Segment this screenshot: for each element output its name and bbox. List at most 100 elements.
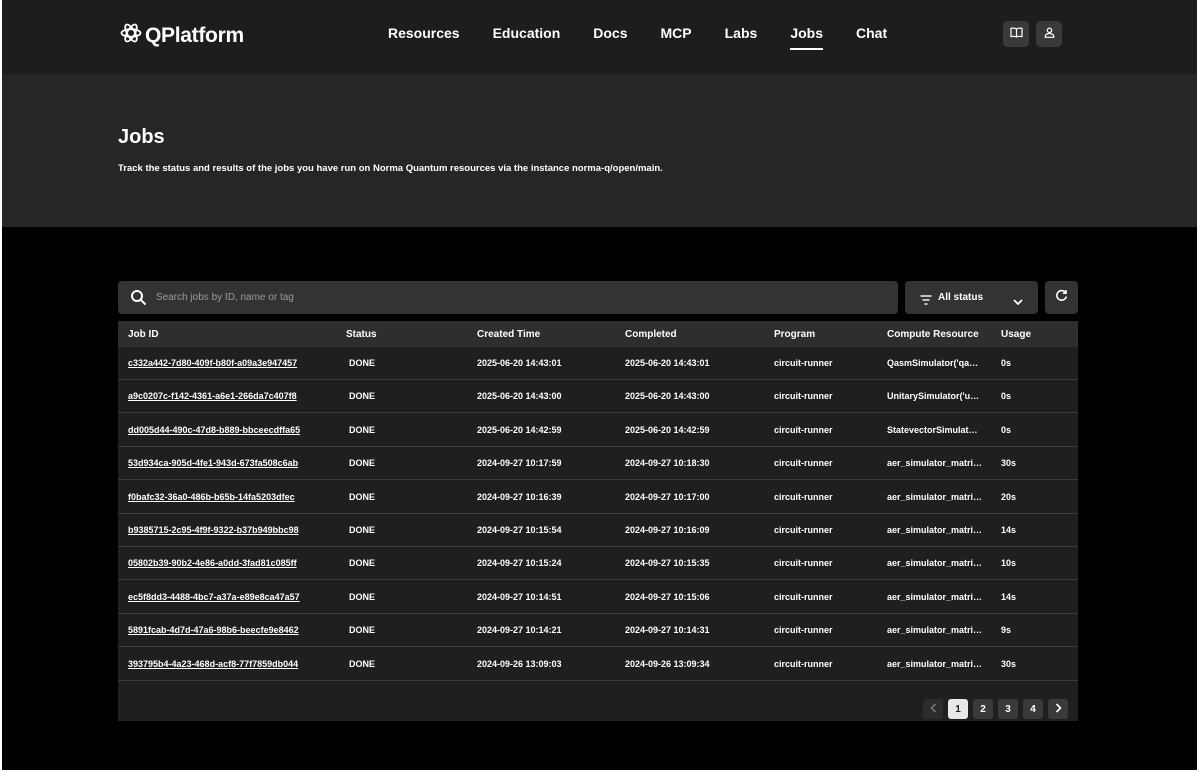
logo-text: QPlatform: [145, 23, 244, 47]
column-header-status[interactable]: Status: [346, 329, 377, 340]
column-header-created-time[interactable]: Created Time: [477, 329, 540, 340]
top-navigation-bar: QPlatform Resources Education Docs MCP L…: [2, 0, 1197, 74]
job-status: DONE: [349, 591, 376, 602]
job-completed-time: 2025-06-20 14:43:00: [625, 391, 710, 402]
column-header-program[interactable]: Program: [774, 329, 815, 340]
page-button-2[interactable]: 2: [973, 699, 993, 719]
jobs-table: Job ID Status Created Time Completed Pro…: [118, 321, 1078, 721]
nav-resources[interactable]: Resources: [388, 0, 460, 74]
job-compute-resource: QasmSimulator('qasm_simulator'): [887, 358, 983, 368]
job-created-time: 2024-09-27 10:15:24: [477, 558, 562, 569]
table-row[interactable]: 5891fcab-4d7d-47a6-98b6-beecfe9e8462 DONE…: [118, 614, 1078, 648]
main-nav: Resources Education Docs MCP Labs Jobs C…: [388, 0, 920, 74]
job-program: circuit-runner: [774, 658, 833, 669]
page-button-3[interactable]: 3: [998, 699, 1018, 719]
column-header-usage[interactable]: Usage: [1001, 329, 1031, 340]
nav-labs[interactable]: Labs: [725, 0, 758, 74]
job-created-time: 2024-09-27 10:14:21: [477, 625, 562, 636]
job-program: circuit-runner: [774, 424, 833, 435]
job-id-link[interactable]: b9385715-2c95-4f9f-9322-b37b949bbc98: [128, 525, 299, 535]
status-filter-value: All status: [938, 292, 984, 303]
job-completed-time: 2024-09-27 10:17:00: [625, 491, 710, 502]
job-id-link[interactable]: 393795b4-4a23-468d-acf8-77f7859db044: [128, 659, 298, 669]
search-input[interactable]: [156, 281, 876, 314]
column-header-completed[interactable]: Completed: [625, 329, 677, 340]
job-program: circuit-runner: [774, 358, 833, 368]
job-status: DONE: [349, 558, 376, 569]
table-row[interactable]: 05802b39-90b2-4e86-a0dd-3fad81c085ff DONE…: [118, 547, 1078, 581]
job-compute-resource: aer_simulator_matrix_product_state: [887, 491, 983, 502]
job-id-link[interactable]: a9c0207c-f142-4361-a6e1-266da7c407f8: [128, 391, 297, 401]
job-created-time: 2025-06-20 14:43:01: [477, 358, 562, 368]
nav-mcp[interactable]: MCP: [661, 0, 692, 74]
job-id-link[interactable]: 5891fcab-4d7d-47a6-98b6-beecfe9e8462: [128, 625, 299, 635]
job-created-time: 2025-06-20 14:42:59: [477, 424, 562, 435]
docs-button[interactable]: [1003, 21, 1029, 47]
job-usage: 10s: [1001, 558, 1017, 569]
status-filter-dropdown[interactable]: All status: [905, 281, 1038, 314]
nav-jobs[interactable]: Jobs: [790, 0, 823, 74]
job-usage: 14s: [1001, 525, 1017, 535]
page-title: Jobs: [118, 126, 165, 148]
search-bar: [118, 281, 898, 314]
job-id-link[interactable]: ec5f8dd3-4488-4bc7-a37a-e89e8ca47a57: [128, 592, 300, 602]
job-completed-time: 2024-09-27 10:15:06: [625, 591, 710, 602]
search-icon: [130, 289, 147, 311]
job-id-link[interactable]: f0bafc32-36a0-486b-b65b-14fa5203dfec: [128, 492, 295, 502]
job-compute-resource: aer_simulator_matrix_product_state: [887, 558, 983, 569]
job-compute-resource: aer_simulator_matrix_product_state: [887, 591, 983, 602]
job-compute-resource: aer_simulator_matrix_product_state: [887, 525, 983, 535]
table-row[interactable]: ec5f8dd3-4488-4bc7-a37a-e89e8ca47a57 DONE…: [118, 581, 1078, 614]
table-row[interactable]: 393795b4-4a23-468d-acf8-77f7859db044 DONE…: [118, 648, 1078, 681]
account-button[interactable]: [1036, 21, 1062, 47]
job-program: circuit-runner: [774, 591, 833, 602]
job-status: DONE: [349, 491, 376, 502]
table-row[interactable]: a9c0207c-f142-4361-a6e1-266da7c407f8 DONE…: [118, 380, 1078, 414]
refresh-button[interactable]: [1045, 281, 1078, 314]
job-status: DONE: [349, 424, 376, 435]
table-row[interactable]: c332a442-7d80-409f-b80f-a09a3e947457 DONE…: [118, 347, 1078, 380]
table-row[interactable]: f0bafc32-36a0-486b-b65b-14fa5203dfec DONE…: [118, 481, 1078, 514]
nav-education[interactable]: Education: [493, 0, 561, 74]
job-id-link[interactable]: c332a442-7d80-409f-b80f-a09a3e947457: [128, 358, 297, 368]
nav-chat[interactable]: Chat: [856, 0, 887, 74]
next-page-button[interactable]: [1048, 699, 1068, 719]
job-usage: 20s: [1001, 491, 1017, 502]
atom-logo-icon: [120, 22, 142, 49]
job-id-link[interactable]: 53d934ca-905d-4fe1-943d-673fa508c6ab: [128, 458, 298, 468]
job-completed-time: 2024-09-27 10:14:31: [625, 625, 710, 636]
job-created-time: 2024-09-27 10:16:39: [477, 491, 562, 502]
job-completed-time: 2024-09-27 10:18:30: [625, 458, 710, 469]
job-id-link[interactable]: 05802b39-90b2-4e86-a0dd-3fad81c085ff: [128, 558, 297, 568]
nav-docs[interactable]: Docs: [593, 0, 627, 74]
job-created-time: 2025-06-20 14:43:00: [477, 391, 562, 402]
job-status: DONE: [349, 391, 376, 402]
column-header-compute-resource[interactable]: Compute Resource: [887, 329, 979, 340]
job-completed-time: 2024-09-27 10:16:09: [625, 525, 710, 535]
job-status: DONE: [349, 625, 376, 636]
job-created-time: 2024-09-27 10:17:59: [477, 458, 562, 469]
table-row[interactable]: 53d934ca-905d-4fe1-943d-673fa508c6ab DONE…: [118, 447, 1078, 481]
previous-page-button[interactable]: [923, 699, 943, 719]
job-program: circuit-runner: [774, 391, 833, 402]
job-completed-time: 2025-06-20 14:42:59: [625, 424, 710, 435]
logo[interactable]: QPlatform: [120, 22, 244, 49]
app-frame: QPlatform Resources Education Docs MCP L…: [2, 0, 1197, 770]
job-usage: 0s: [1001, 391, 1012, 402]
job-usage: 9s: [1001, 625, 1012, 636]
job-usage: 30s: [1001, 458, 1017, 469]
job-status: DONE: [349, 458, 376, 469]
job-created-time: 2024-09-27 10:15:54: [477, 525, 562, 535]
column-header-job-id[interactable]: Job ID: [128, 329, 159, 340]
job-program: circuit-runner: [774, 458, 833, 469]
page-button-1[interactable]: 1: [948, 699, 968, 719]
table-row[interactable]: dd005d44-490c-47d8-b889-bbceecdffa65 DONE…: [118, 414, 1078, 447]
job-compute-resource: aer_simulator_matrix_product_state: [887, 458, 983, 469]
job-program: circuit-runner: [774, 491, 833, 502]
job-program: circuit-runner: [774, 525, 833, 535]
page-button-4[interactable]: 4: [1023, 699, 1043, 719]
job-usage: 30s: [1001, 658, 1017, 669]
job-id-link[interactable]: dd005d44-490c-47d8-b889-bbceecdffa65: [128, 425, 300, 435]
job-completed-time: 2024-09-27 10:15:35: [625, 558, 710, 569]
table-row[interactable]: b9385715-2c95-4f9f-9322-b37b949bbc98 DONE…: [118, 514, 1078, 547]
